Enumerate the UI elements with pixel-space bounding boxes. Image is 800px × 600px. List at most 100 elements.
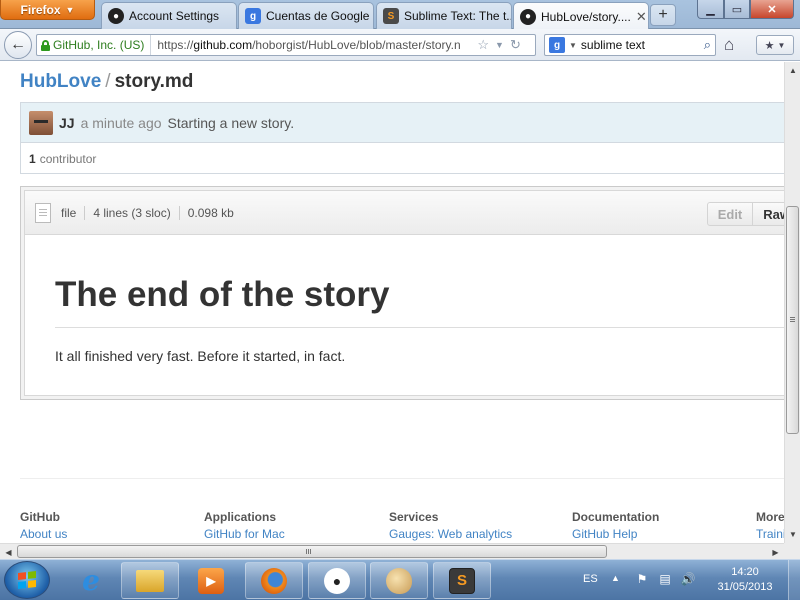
footer-column-github: GitHub About us	[20, 510, 67, 541]
file-icon	[35, 202, 51, 223]
url-history-dropdown-icon[interactable]: ▼	[495, 40, 504, 50]
search-bar[interactable]: g ▼ sublime text ⌕	[544, 34, 716, 56]
window-controls: ▁ ▭ ✕	[697, 0, 794, 19]
reload-icon[interactable]: ↻	[510, 37, 521, 53]
footer-link[interactable]: GitHub Help	[572, 527, 659, 541]
maximize-button[interactable]: ▭	[724, 0, 750, 19]
windows-logo-icon	[18, 571, 36, 589]
file-actions: Edit Raw	[706, 202, 784, 226]
search-icon[interactable]: ⌕	[704, 37, 711, 53]
footer-link[interactable]: Traini	[756, 527, 784, 541]
file-title: story.md	[114, 71, 194, 92]
show-hidden-icons-icon[interactable]: ▲	[611, 573, 620, 583]
file-lines: 4 lines (3 sloc)	[84, 205, 178, 220]
close-icon[interactable]: ✕	[636, 9, 647, 25]
firefox-menu-button[interactable]: Firefox ▼	[0, 0, 95, 20]
file-box: file 4 lines (3 sloc) 0.098 kb Edit Raw …	[20, 186, 784, 400]
commit-author[interactable]: JJ	[59, 115, 75, 131]
horizontal-scrollbar[interactable]: ◀ ▶	[0, 543, 784, 559]
tab-account-settings[interactable]: ● Account Settings	[101, 2, 237, 29]
taskbar: e ▶ ● S ES ▲ ⚑ ▤ 🔊 14:20 31/05/2013	[0, 559, 800, 600]
new-tab-button[interactable]: +	[650, 4, 676, 26]
action-center-flag-icon[interactable]: ⚑	[634, 571, 650, 587]
contributor-label: contributor	[39, 151, 97, 166]
commit-box: JJ a minute ago Starting a new story. 1 …	[20, 102, 784, 174]
url-bar[interactable]: GitHub, Inc. (US) https://github.com/hob…	[36, 34, 536, 56]
google-icon[interactable]: g	[549, 37, 565, 53]
vertical-scroll-thumb[interactable]	[786, 206, 799, 434]
start-button[interactable]	[4, 561, 50, 599]
scroll-down-arrow-icon[interactable]: ▼	[785, 526, 800, 543]
site-identity[interactable]: GitHub, Inc. (US)	[41, 35, 152, 55]
bookmarks-menu-button[interactable]: ★ ▼	[756, 35, 794, 55]
footer-column-title: Documentation	[572, 510, 660, 524]
language-indicator[interactable]: ES	[583, 573, 598, 585]
avatar[interactable]	[29, 110, 53, 135]
tab-strip: Firefox ▼ ● Account Settings g Cuentas d…	[0, 0, 800, 30]
footer-column-title: More	[756, 510, 784, 524]
show-desktop-button[interactable]	[788, 560, 800, 600]
tab-hublove-story[interactable]: ● HubLove/story.... ✕	[513, 2, 649, 30]
close-window-button[interactable]: ✕	[750, 0, 794, 19]
sublime-icon: S	[383, 8, 399, 24]
github-icon: ●	[520, 8, 536, 25]
story-paragraph: It all finished very fast. Before it sta…	[55, 348, 346, 364]
scrollbar-corner	[784, 543, 800, 559]
taskbar-sublime-text[interactable]: S	[433, 562, 491, 599]
commit-header: JJ a minute ago Starting a new story.	[21, 103, 784, 143]
bookmarks-icon: ★	[764, 39, 775, 52]
raw-button[interactable]: Raw	[753, 202, 784, 226]
back-button[interactable]: ←	[4, 31, 32, 59]
edit-button[interactable]: Edit	[706, 202, 754, 226]
footer-link[interactable]: Gauges: Web analytics	[389, 527, 512, 541]
page-viewport: HubLove / story.md JJ a minute ago Startin…	[0, 62, 784, 543]
scroll-right-arrow-icon[interactable]: ▶	[767, 544, 784, 560]
github-icon: ●	[108, 8, 124, 24]
file-type: file	[61, 205, 77, 220]
tab-google-accounts[interactable]: g Cuentas de Google	[238, 2, 374, 29]
footer-link[interactable]: GitHub for Mac	[204, 527, 285, 541]
chevron-down-icon: ▼	[777, 40, 786, 50]
tab-label: Sublime Text: The t...	[404, 9, 512, 23]
breadcrumb-separator: /	[105, 71, 111, 92]
tab-sublime-text[interactable]: S Sublime Text: The t...	[376, 2, 512, 29]
search-input[interactable]: sublime text	[581, 38, 700, 52]
contributor-count: 1	[29, 151, 36, 166]
commit-time: a minute ago	[80, 114, 162, 131]
taskbar-internet-explorer[interactable]: e	[62, 562, 120, 599]
chevron-down-icon[interactable]: ▼	[569, 41, 577, 50]
taskbar-github[interactable]: ●	[308, 562, 366, 599]
network-icon[interactable]: ▤	[657, 571, 673, 587]
commit-message[interactable]: Starting a new story.	[168, 115, 295, 131]
clock-date: 31/05/2013	[717, 581, 773, 593]
star-icon[interactable]: ☆	[477, 37, 489, 53]
repo-link[interactable]: HubLove	[20, 71, 101, 92]
footer-link[interactable]: About us	[20, 527, 67, 541]
volume-icon[interactable]: 🔊	[680, 571, 696, 587]
tab-label: Cuentas de Google	[266, 9, 370, 23]
vertical-scrollbar[interactable]: ▲ ▼	[784, 62, 800, 543]
breadcrumb: HubLove / story.md	[20, 71, 193, 93]
taskbar-windows-explorer[interactable]	[121, 562, 179, 599]
file-container: file 4 lines (3 sloc) 0.098 kb Edit Raw …	[24, 190, 784, 396]
minimize-button[interactable]: ▁	[697, 0, 724, 19]
taskbar-paint[interactable]	[370, 562, 428, 599]
chevron-down-icon: ▼	[65, 4, 75, 15]
scroll-left-arrow-icon[interactable]: ◀	[0, 544, 17, 560]
url-text[interactable]: https://github.com/hoborgist/HubLove/blo…	[151, 38, 471, 52]
contributors-row: 1 contributor	[21, 143, 784, 174]
scroll-up-arrow-icon[interactable]: ▲	[785, 62, 800, 79]
folder-icon	[136, 569, 164, 592]
url-prefix: https://	[157, 38, 194, 52]
tab-label: Account Settings	[129, 9, 220, 23]
footer-divider	[20, 478, 784, 479]
horizontal-scroll-thumb[interactable]	[17, 545, 607, 558]
home-button[interactable]: ⌂	[724, 35, 734, 55]
taskbar-firefox[interactable]	[245, 562, 303, 599]
taskbar-media-player[interactable]: ▶	[182, 562, 240, 599]
identity-label: GitHub, Inc. (US)	[53, 38, 145, 52]
footer-column-services: Services Gauges: Web analytics	[389, 510, 512, 541]
file-size: 0.098 kb	[178, 205, 242, 220]
url-host: github.com	[193, 38, 253, 52]
system-clock[interactable]: 14:20 31/05/2013	[708, 565, 782, 595]
